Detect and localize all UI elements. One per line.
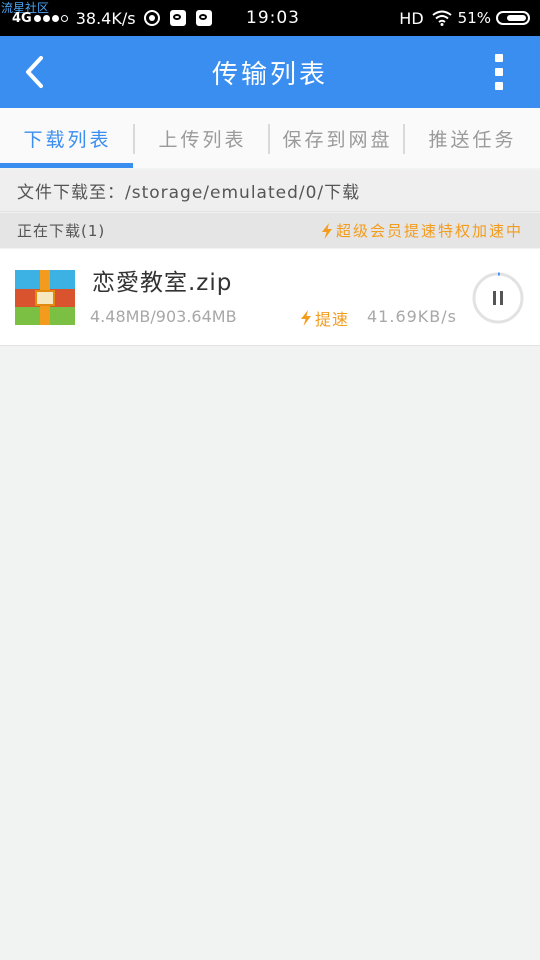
tab-label: 下载列表 <box>23 128 112 151</box>
wifi-icon <box>432 10 452 26</box>
battery-percent: 51% <box>457 9 491 27</box>
tab-push-tasks[interactable]: 推送任务 <box>405 108 540 168</box>
lightning-icon <box>321 222 332 239</box>
download-item[interactable]: 恋愛教室.zip 4.48MB/903.64MB 提速 41.69KB/s <box>0 249 540 346</box>
notification-icon <box>143 10 160 26</box>
network-type: 4G <box>12 10 32 26</box>
vip-speedup-link[interactable]: 超级会员提速特权加速中 <box>321 220 523 241</box>
tab-label: 保存到网盘 <box>282 128 393 151</box>
pause-icon <box>493 291 496 305</box>
tab-download-list[interactable]: 下载列表 <box>0 108 135 168</box>
section-header: 正在下载(1) 超级会员提速特权加速中 <box>0 213 540 248</box>
hd-indicator: HD <box>399 8 424 28</box>
list-empty-area <box>0 346 540 960</box>
status-right: HD 51% <box>399 8 530 28</box>
speed-boost-tag: 提速 <box>300 306 349 330</box>
boost-label: 提速 <box>315 310 350 329</box>
file-size: 4.48MB/903.64MB <box>90 307 237 326</box>
section-title: 正在下载(1) <box>17 222 106 240</box>
app-notification-icon <box>169 10 186 26</box>
tab-label: 上传列表 <box>158 128 247 151</box>
more-vertical-icon <box>495 54 503 62</box>
network-speed: 38.4K/s <box>75 8 136 28</box>
tab-save-to-cloud[interactable]: 保存到网盘 <box>270 108 405 168</box>
battery-icon <box>496 11 530 25</box>
app-notification-icon-2 <box>195 10 212 26</box>
zip-archive-icon <box>15 270 75 325</box>
app-header: 传输列表 <box>0 36 540 108</box>
status-bar: 流星社区 4G 38.4K/s 19:03 HD 51% <box>0 0 540 36</box>
download-speed: 41.69KB/s <box>367 307 457 326</box>
tab-bar: 下载列表 上传列表 保存到网盘 推送任务 <box>0 108 540 168</box>
pause-button[interactable] <box>471 271 525 325</box>
clock: 19:03 <box>246 8 300 28</box>
page-title: 传输列表 <box>211 60 328 90</box>
lightning-icon <box>301 310 311 326</box>
file-name: 恋愛教室.zip <box>92 270 233 296</box>
download-path: 文件下载至：/storage/emulated/0/下载 <box>0 170 540 212</box>
status-left: 4G 38.4K/s <box>12 8 222 28</box>
active-tab-indicator <box>0 163 133 168</box>
vip-text: 超级会员提速特权加速中 <box>335 222 523 240</box>
tab-upload-list[interactable]: 上传列表 <box>135 108 270 168</box>
more-button[interactable] <box>488 54 510 90</box>
tab-label: 推送任务 <box>428 128 517 151</box>
signal-icon <box>33 14 70 22</box>
